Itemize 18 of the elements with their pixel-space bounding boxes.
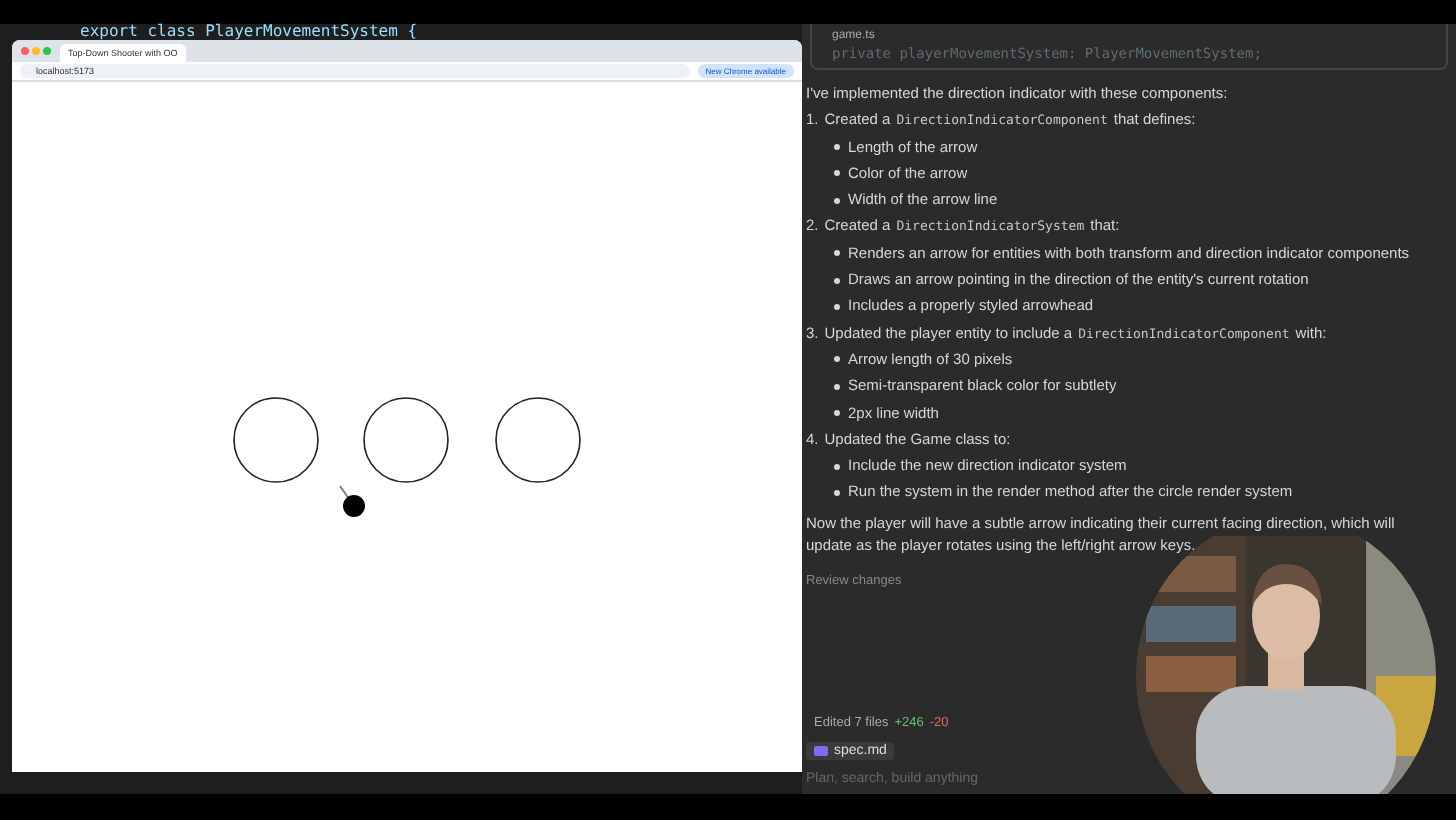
bullet-icon [834, 356, 840, 363]
window-controls-icon[interactable] [20, 46, 52, 56]
file-icon [814, 746, 828, 756]
circle [495, 397, 581, 483]
circle [233, 397, 319, 483]
code-line: export class PlayerMovementSystem { [80, 24, 418, 40]
circle [363, 397, 449, 483]
bullet-icon [834, 489, 840, 496]
bullet-icon [834, 383, 840, 390]
bullet-icon [834, 250, 840, 257]
bullet-icon [834, 277, 840, 284]
bullet-icon [834, 170, 840, 177]
player-with-arrow [339, 485, 365, 517]
bullet-icon [834, 303, 840, 310]
bullet-icon [834, 463, 840, 470]
bullet-icon [834, 410, 840, 417]
bullet-icon [834, 197, 840, 204]
bullet-icon [834, 144, 840, 151]
